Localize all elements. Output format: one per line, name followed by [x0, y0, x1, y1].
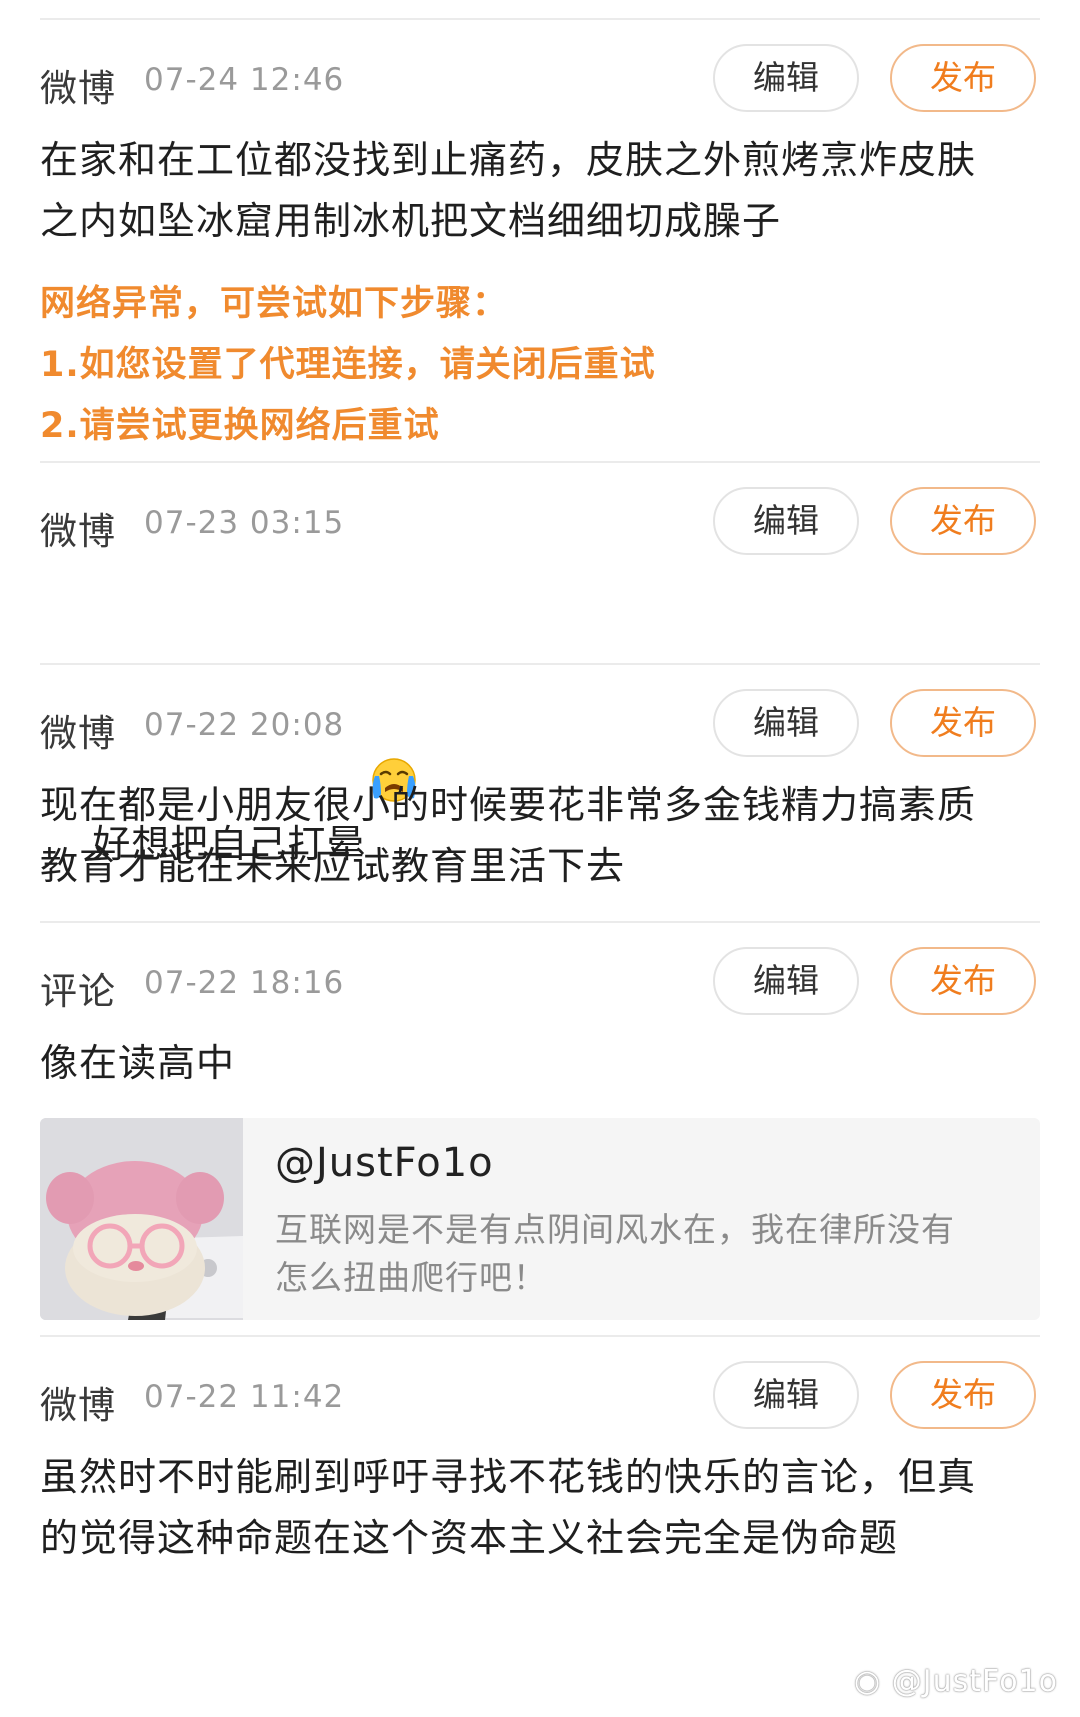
error-step-1: 1.如您设置了代理连接，请关闭后重试 [40, 345, 656, 385]
draft-timestamp: 07-22 11:42 [144, 1379, 345, 1415]
divider [40, 461, 1040, 463]
draft-meta-row: 微博 07-24 12:46 编辑 发布 [40, 44, 1040, 116]
draft-item: 微博 07-24 12:46 编辑 发布 在家和在工位都没找到止痛药，皮肤之外煎… [40, 44, 1040, 457]
watermark-handle: @JustFo1o [891, 1664, 1058, 1699]
network-error-message: 网络异常，可尝试如下步骤： 1.如您设置了代理连接，请关闭后重试 2.请尝试更换… [40, 274, 1040, 457]
edit-button[interactable]: 编辑 [713, 689, 859, 757]
draft-text: 现在都是小朋友很小的时候要花非常多金钱精力搞素质 教育才能在未来应试教育里活下去 [40, 783, 977, 888]
draft-source: 微博 [40, 1384, 116, 1427]
quoted-post-text-content: 互联网是不是有点阴间风水在，我在律所没有 怎么扭曲爬行吧！ [275, 1210, 955, 1297]
quoted-post-thumbnail [40, 1118, 243, 1320]
draft-source: 评论 [40, 970, 116, 1013]
draft-meta-row: 微博 07-23 03:15 编辑 发布 [40, 487, 1040, 559]
error-step-2: 2.请尝试更换网络后重试 [40, 406, 440, 446]
divider [40, 663, 1040, 665]
draft-text: 像在读高中 [40, 1041, 236, 1085]
draft-source: 微博 [40, 67, 116, 110]
draft-text: 虽然时不时能刷到呼吁寻找不花钱的快乐的言论，但真 的觉得这种命题在这个资本主义社… [40, 1455, 977, 1560]
publish-button[interactable]: 发布 [890, 689, 1036, 757]
edit-button[interactable]: 编辑 [713, 947, 859, 1015]
edit-button[interactable]: 编辑 [713, 44, 859, 112]
draft-timestamp: 07-24 12:46 [144, 62, 345, 98]
publish-button[interactable]: 发布 [890, 947, 1036, 1015]
weibo-watermark: ◉ @JustFo1o [854, 1664, 1058, 1699]
divider [40, 18, 1040, 20]
error-title: 网络异常，可尝试如下步骤： [40, 284, 509, 324]
draft-item: 微博 07-22 11:42 编辑 发布 虽然时不时能刷到呼吁寻找不花钱的快乐的… [40, 1361, 1040, 1569]
publish-button[interactable]: 发布 [890, 1361, 1036, 1429]
draft-item: 评论 07-22 18:16 编辑 发布 像在读高中 @JustFo1o 互联网… [40, 947, 1040, 1320]
draft-text: 在家和在工位都没找到止痛药，皮肤之外煎烤烹炸皮肤 之内如坠冰窟用制冰机把文档细细… [40, 138, 977, 243]
quoted-post-author: @JustFo1o [275, 1140, 494, 1186]
crying-face-emoji-icon [369, 634, 419, 802]
draft-meta-row: 微博 07-22 20:08 编辑 发布 [40, 689, 1040, 761]
divider [40, 921, 1040, 923]
draft-source: 微博 [40, 510, 116, 553]
draft-meta-row: 微博 07-22 11:42 编辑 发布 [40, 1361, 1040, 1433]
quoted-post-card[interactable]: @JustFo1o 互联网是不是有点阴间风水在，我在律所没有 怎么扭曲爬行吧！ [40, 1118, 1040, 1320]
edit-button[interactable]: 编辑 [713, 1361, 859, 1429]
draft-timestamp: 07-22 18:16 [144, 965, 345, 1001]
publish-button[interactable]: 发布 [890, 44, 1036, 112]
edit-button[interactable]: 编辑 [713, 487, 859, 555]
draft-timestamp: 07-23 03:15 [144, 505, 345, 541]
draft-item: 微博 07-22 20:08 编辑 发布 现在都是小朋友很小的时候要花非常多金钱… [40, 689, 1040, 897]
draft-timestamp: 07-22 20:08 [144, 707, 345, 743]
divider [40, 1335, 1040, 1337]
publish-button[interactable]: 发布 [890, 487, 1036, 555]
draft-source: 微博 [40, 712, 116, 755]
weibo-logo-icon: ◉ [854, 1664, 882, 1699]
draft-meta-row: 评论 07-22 18:16 编辑 发布 [40, 947, 1040, 1019]
quoted-post-text: 互联网是不是有点阴间风水在，我在律所没有 怎么扭曲爬行吧！ [275, 1206, 995, 1302]
